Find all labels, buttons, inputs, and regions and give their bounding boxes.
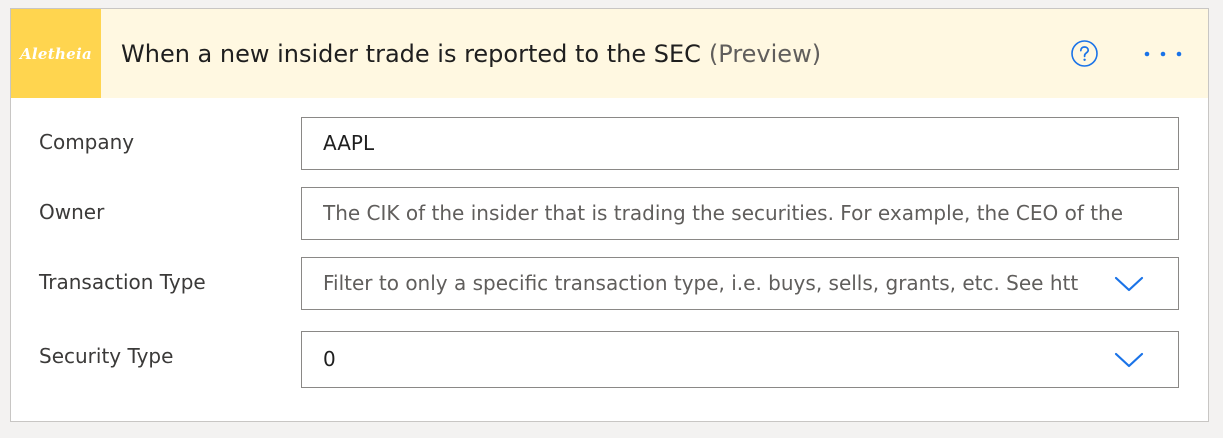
- trigger-card: Aletheia When a new insider trade is rep…: [10, 8, 1209, 422]
- question-circle-icon[interactable]: [1071, 40, 1098, 67]
- owner-placeholder: The CIK of the insider that is trading t…: [323, 201, 1124, 225]
- trigger-title-text: When a new insider trade is reported to …: [121, 39, 701, 68]
- owner-input[interactable]: The CIK of the insider that is trading t…: [301, 187, 1179, 240]
- security-type-label: Security Type: [39, 344, 174, 368]
- trigger-title: When a new insider trade is reported to …: [121, 9, 821, 98]
- connector-logo: Aletheia: [11, 9, 101, 98]
- transaction-type-placeholder: Filter to only a specific transaction ty…: [323, 271, 1079, 295]
- security-type-value: 0: [323, 347, 336, 371]
- chevron-down-icon[interactable]: [1114, 275, 1144, 293]
- transaction-type-dropdown[interactable]: Filter to only a specific transaction ty…: [301, 257, 1179, 310]
- security-type-dropdown[interactable]: 0: [301, 331, 1179, 388]
- company-input[interactable]: AAPL: [301, 117, 1179, 170]
- company-value: AAPL: [323, 131, 375, 155]
- logo-text: Aletheia: [19, 44, 93, 63]
- chevron-down-icon[interactable]: [1114, 351, 1144, 369]
- owner-label: Owner: [39, 200, 105, 224]
- transaction-type-label: Transaction Type: [39, 270, 206, 294]
- preview-tag: (Preview): [708, 39, 822, 68]
- company-label: Company: [39, 130, 135, 154]
- ellipsis-icon[interactable]: [1139, 39, 1187, 69]
- trigger-header[interactable]: Aletheia When a new insider trade is rep…: [11, 9, 1208, 98]
